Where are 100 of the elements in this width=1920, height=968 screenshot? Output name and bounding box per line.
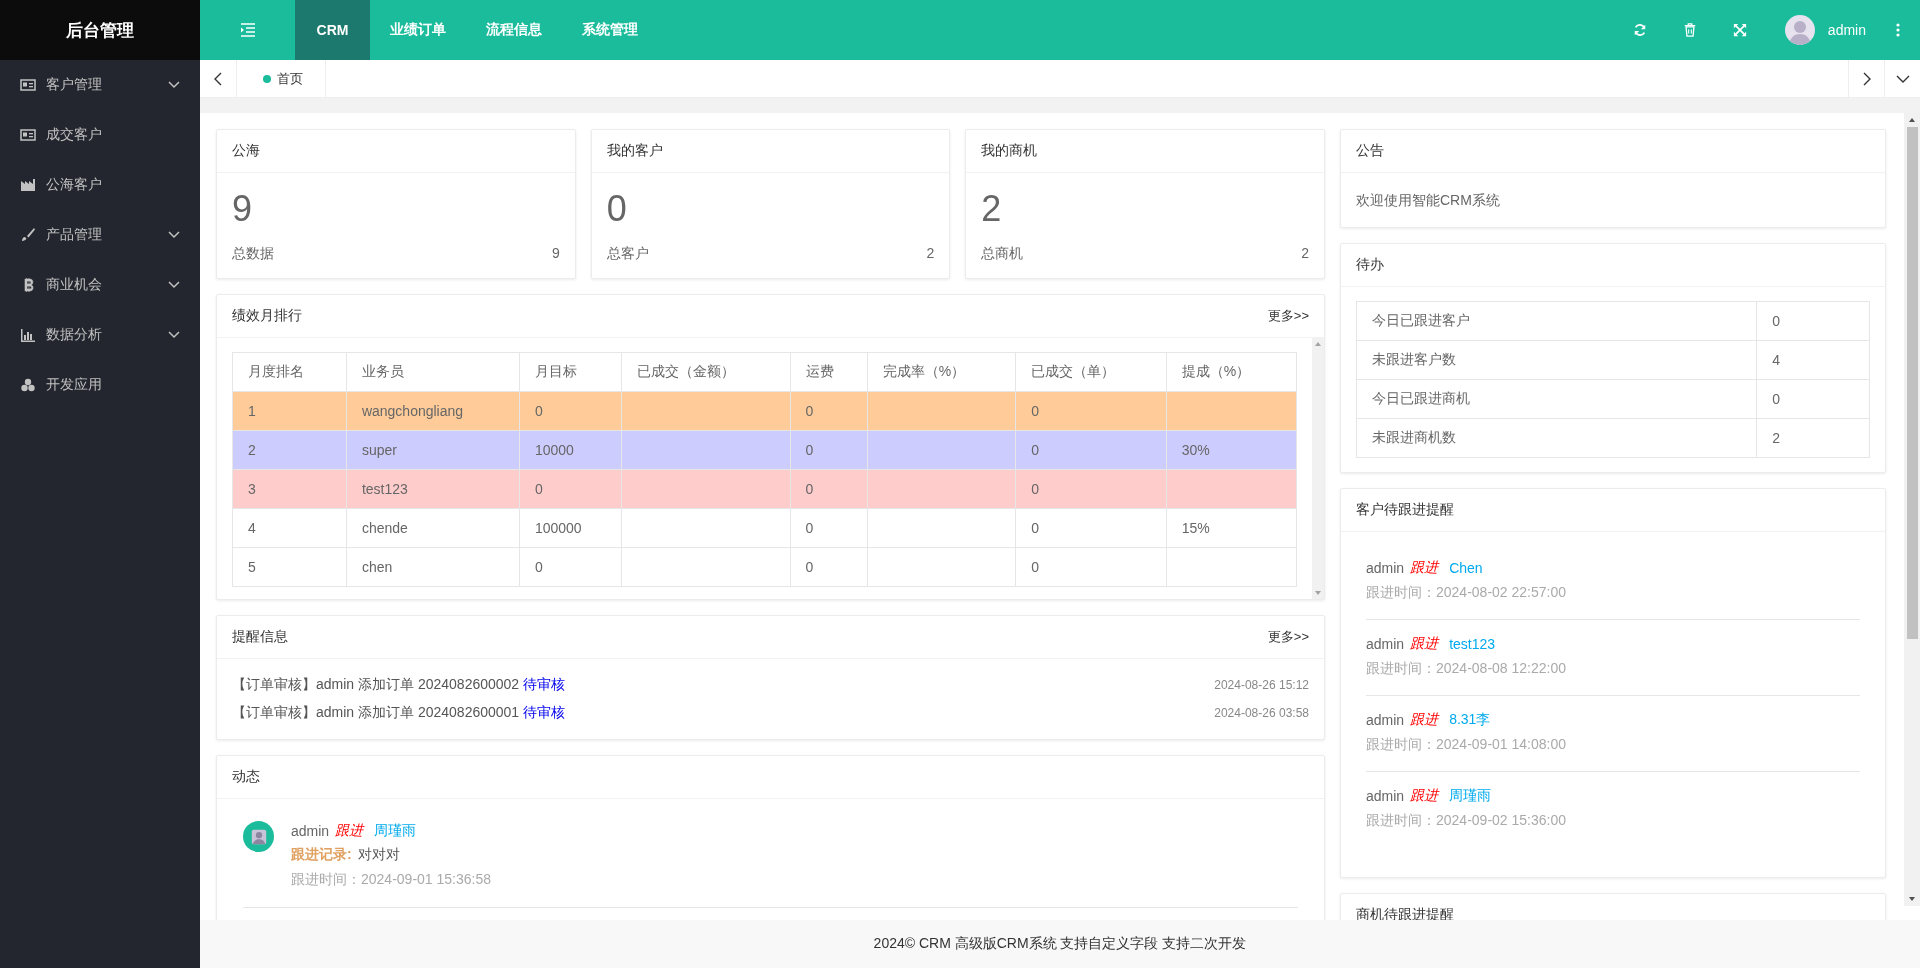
todo-count: 0: [1772, 313, 1780, 329]
followup-time: 跟进时间：2024-09-01 15:36:58: [291, 870, 491, 889]
stat-value: 9: [232, 187, 254, 231]
id-card-icon: [20, 127, 36, 143]
table-cell: 10000: [534, 442, 574, 458]
stat-count: 2: [1301, 245, 1309, 263]
action-label: 跟进: [1410, 711, 1439, 729]
sidebar-item[interactable]: 开发应用: [0, 360, 200, 410]
sidebar-item[interactable]: 公海客户: [0, 160, 200, 210]
table-cell: chende: [361, 520, 408, 536]
chevron-right-icon[interactable]: [1862, 71, 1871, 86]
chevron-down-icon: [168, 281, 180, 289]
todo-label: 今日已跟进客户: [1372, 312, 1470, 328]
todo-count: 2: [1772, 430, 1780, 446]
card-title: 待办: [1356, 256, 1384, 274]
table-cell: 0: [534, 481, 543, 497]
fullscreen-icon[interactable]: [1732, 23, 1747, 37]
action-label: 跟进: [335, 822, 364, 840]
table-cell: 0: [805, 442, 814, 458]
followup-time: 跟进时间：2024-09-02 15:36:00: [1366, 811, 1567, 830]
table-cell: 0: [1031, 481, 1040, 497]
refresh-icon[interactable]: [1632, 23, 1647, 37]
column-header: 已成交（金额）: [621, 352, 790, 392]
stat-count: 9: [551, 245, 560, 263]
table-cell: 0: [805, 559, 814, 575]
stat-caption: 总数据: [232, 245, 274, 263]
chevron-down-icon: [168, 231, 180, 239]
card-title: 我的商机: [981, 142, 1038, 160]
chevron-down-icon[interactable]: [1895, 74, 1910, 83]
user-avatar[interactable]: [1784, 15, 1815, 45]
user-name: admin: [291, 823, 330, 839]
todo-count: 4: [1772, 352, 1780, 368]
column-header: 提成（%）: [1166, 352, 1297, 392]
table-cell: 0: [534, 559, 543, 575]
record-text: 对对对: [357, 846, 400, 864]
user-avatar: [243, 821, 274, 852]
card-title: 公海: [232, 142, 260, 160]
stat-value: 0: [606, 187, 628, 231]
more-link[interactable]: 更多>>: [1267, 307, 1309, 325]
user-name: admin: [1366, 788, 1405, 804]
sidebar-item[interactable]: 数据分析: [0, 310, 200, 360]
table-cell: 0: [1031, 520, 1040, 536]
column-header: 月度排名: [232, 352, 347, 392]
table-cell: 4: [248, 520, 256, 536]
user-name: admin: [1366, 560, 1405, 576]
trash-icon[interactable]: [1682, 23, 1697, 37]
user-name: admin: [1366, 636, 1405, 652]
column-header: 月目标: [519, 352, 622, 392]
table-cell: 0: [534, 403, 543, 419]
sidebar-item[interactable]: 商业机会: [0, 260, 200, 310]
table-cell: 100000: [534, 520, 582, 536]
table-cell: 0: [805, 520, 814, 536]
chevron-left-icon[interactable]: [214, 71, 222, 86]
stat-value: 2: [981, 187, 1003, 231]
scroll-up-arrow-icon[interactable]: [1908, 117, 1916, 123]
table-cell: 5: [248, 559, 256, 575]
column-header: 运费: [790, 352, 868, 392]
stat-caption: 总商机: [981, 245, 1024, 263]
todo-label: 未跟进商机数: [1372, 429, 1456, 445]
table-cell: 1: [248, 403, 256, 419]
nav-tab[interactable]: CRM: [295, 0, 370, 60]
bar-chart-icon: [20, 327, 36, 343]
sidebar-item[interactable]: 客户管理: [0, 60, 200, 110]
chevron-down-icon: [168, 331, 180, 339]
record-label: 跟进记录:: [291, 846, 352, 864]
table-cell: 0: [1031, 442, 1040, 458]
column-header: 完成率（%）: [867, 352, 1016, 392]
more-link[interactable]: 更多>>: [1267, 628, 1309, 646]
user-name: admin: [1366, 712, 1405, 728]
page-scrollbar[interactable]: [1904, 113, 1920, 906]
column-header: 已成交（单）: [1015, 352, 1167, 392]
followup-time: 跟进时间：2024-08-08 12:22:00: [1366, 659, 1567, 678]
sidebar-item[interactable]: 产品管理: [0, 210, 200, 260]
sidebar-item[interactable]: 成交客户: [0, 110, 200, 160]
table-cell: test123: [361, 481, 408, 497]
menu-icon[interactable]: [239, 23, 256, 37]
reminder-time: 2024-08-26 15:12: [1214, 678, 1309, 692]
table-cell: 2: [248, 442, 256, 458]
status-link[interactable]: 待审核: [523, 676, 566, 692]
table-cell: 3: [248, 481, 256, 497]
app-logo: 后台管理: [0, 0, 200, 60]
page-tab[interactable]: 首页: [236, 60, 326, 97]
card-title: 绩效月排行: [232, 307, 302, 325]
card-title: 提醒信息: [232, 628, 288, 646]
chevron-down-icon: [168, 81, 180, 89]
factory-icon: [20, 177, 36, 193]
stat-caption: 总客户: [606, 245, 649, 263]
todo-count: 0: [1772, 391, 1780, 407]
card-title: 动态: [232, 768, 260, 786]
table-cell: 0: [805, 481, 814, 497]
stat-count: 2: [926, 245, 935, 263]
card-title: 客户待跟进提醒: [1356, 501, 1454, 519]
scroll-down-arrow-icon[interactable]: [1908, 896, 1916, 902]
more-options-icon[interactable]: [1896, 23, 1900, 37]
status-link[interactable]: 待审核: [523, 704, 566, 720]
action-label: 跟进: [1410, 635, 1439, 653]
card-title: 我的客户: [606, 142, 663, 160]
table-cell: 0: [1031, 559, 1040, 575]
followup-time: 跟进时间：2024-08-02 22:57:00: [1366, 583, 1567, 602]
footer-text: 2024© CRM 高级版CRM系统 支持自定义字段 支持二次开发: [873, 935, 1247, 953]
